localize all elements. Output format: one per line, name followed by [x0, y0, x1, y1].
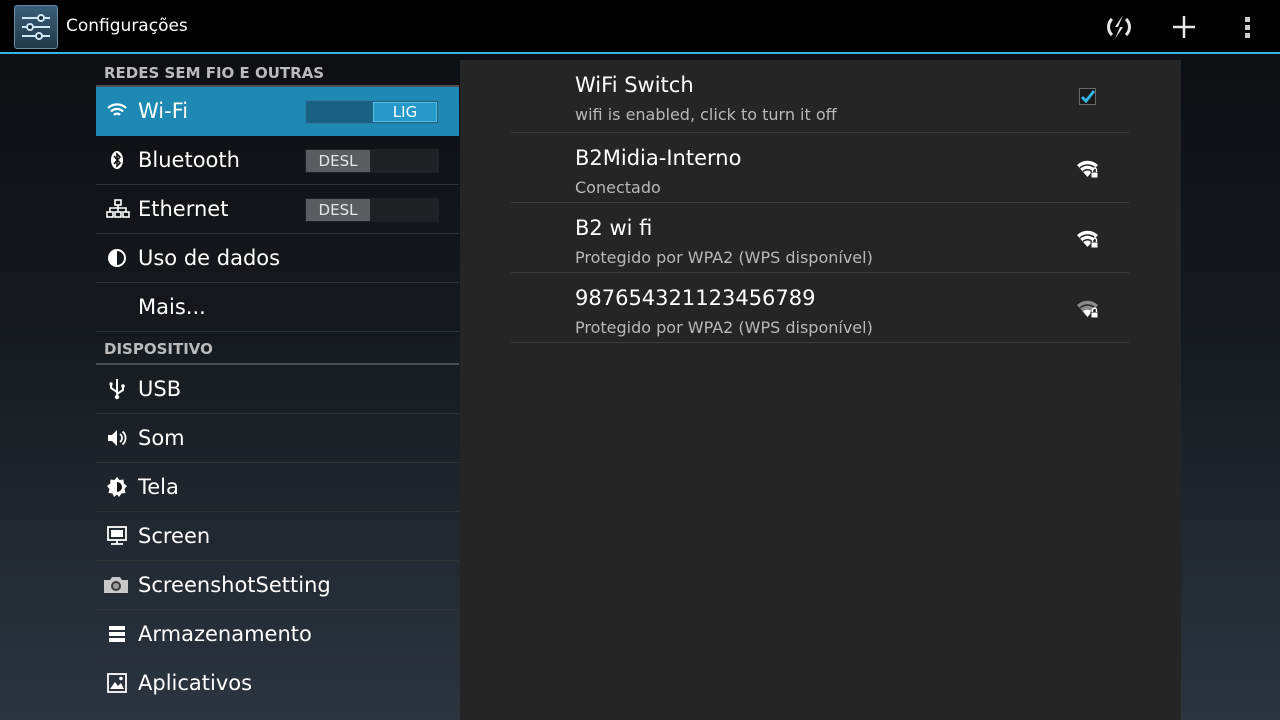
- sidebar-item-sound[interactable]: Som: [96, 414, 459, 463]
- network-ssid: 987654321123456789: [575, 286, 816, 310]
- screen-icon: [106, 525, 128, 547]
- sidebar-item-display[interactable]: Tela: [96, 463, 459, 512]
- wifi-lock-weak-icon: [1076, 297, 1100, 321]
- ethernet-toggle[interactable]: DESL: [305, 198, 439, 222]
- display-icon: [106, 476, 128, 498]
- settings-app-icon[interactable]: [14, 5, 58, 49]
- data-usage-icon: [106, 247, 128, 269]
- sidebar-item-usb[interactable]: USB: [96, 365, 459, 414]
- sidebar-item-apps[interactable]: Aplicativos: [96, 659, 459, 708]
- sidebar-item-label: Mais...: [138, 295, 206, 319]
- section-header-device: DISPOSITIVO: [96, 332, 459, 365]
- add-icon[interactable]: [1166, 9, 1202, 45]
- sidebar-item-wifi[interactable]: Wi-Fi LIG: [96, 87, 459, 136]
- network-status: Conectado: [575, 178, 661, 197]
- sidebar-item-label: Som: [138, 426, 185, 450]
- sidebar-item-label: USB: [138, 377, 182, 401]
- wifi-toggle[interactable]: LIG: [305, 100, 439, 124]
- sidebar-item-label: Aplicativos: [138, 671, 253, 695]
- sidebar-item-bluetooth[interactable]: Bluetooth DESL: [96, 136, 459, 185]
- camera-icon: [102, 574, 130, 596]
- toggle-state-label: DESL: [306, 199, 370, 221]
- wifi-switch-row[interactable]: WiFi Switch wifi is enabled, click to tu…: [511, 63, 1129, 133]
- wifi-switch-title: WiFi Switch: [575, 73, 694, 97]
- network-row[interactable]: B2Midia-Interno Conectado: [511, 133, 1129, 203]
- toggle-state-label: DESL: [306, 150, 370, 172]
- action-bar: Configurações: [0, 0, 1280, 54]
- ethernet-icon: [106, 198, 130, 220]
- network-status: Protegido por WPA2 (WPS disponível): [575, 248, 873, 267]
- apps-icon: [106, 672, 128, 694]
- sidebar-item-screenshot-setting[interactable]: ScreenshotSetting: [96, 561, 459, 610]
- sidebar-item-label: ScreenshotSetting: [138, 573, 331, 597]
- wifi-switch-summary: wifi is enabled, click to turn it off: [575, 105, 837, 124]
- sidebar-item-data-usage[interactable]: Uso de dados: [96, 234, 459, 283]
- network-row[interactable]: B2 wi fi Protegido por WPA2 (WPS disponí…: [511, 203, 1129, 273]
- network-ssid: B2Midia-Interno: [575, 146, 742, 170]
- sidebar-item-label: Ethernet: [138, 197, 229, 221]
- wifi-settings-panel: WiFi Switch wifi is enabled, click to tu…: [460, 60, 1181, 720]
- refresh-icon[interactable]: [1101, 9, 1137, 45]
- wifi-icon: [106, 100, 128, 122]
- network-row[interactable]: 987654321123456789 Protegido por WPA2 (W…: [511, 273, 1129, 343]
- sidebar-item-more[interactable]: Mais...: [96, 283, 459, 332]
- sidebar-item-label: Wi-Fi: [138, 99, 189, 123]
- network-status: Protegido por WPA2 (WPS disponível): [575, 318, 873, 337]
- wifi-lock-icon: [1076, 157, 1100, 181]
- network-ssid: B2 wi fi: [575, 216, 653, 240]
- overflow-menu-icon[interactable]: [1230, 9, 1266, 45]
- toggle-state-label: LIG: [373, 102, 437, 122]
- sidebar-item-label: Bluetooth: [138, 148, 240, 172]
- sidebar-item-ethernet[interactable]: Ethernet DESL: [96, 185, 459, 234]
- bluetooth-icon: [106, 149, 128, 171]
- sidebar-item-label: Screen: [138, 524, 211, 548]
- sidebar-item-label: Uso de dados: [138, 246, 281, 270]
- section-header-wireless: REDES SEM FIO E OUTRAS: [96, 56, 459, 87]
- sidebar-item-storage[interactable]: Armazenamento: [96, 610, 459, 659]
- wifi-switch-checkbox[interactable]: [1079, 88, 1096, 105]
- usb-icon: [106, 378, 128, 400]
- sidebar-item-label: Armazenamento: [138, 622, 312, 646]
- sidebar-item-screen[interactable]: Screen: [96, 512, 459, 561]
- sound-icon: [106, 427, 128, 449]
- settings-sidebar: REDES SEM FIO E OUTRAS Wi-Fi LIG Bluetoo…: [96, 56, 459, 708]
- wifi-lock-icon: [1076, 227, 1100, 251]
- bluetooth-toggle[interactable]: DESL: [305, 149, 439, 173]
- page-title: Configurações: [66, 16, 188, 36]
- storage-icon: [106, 623, 128, 645]
- sidebar-item-label: Tela: [138, 475, 179, 499]
